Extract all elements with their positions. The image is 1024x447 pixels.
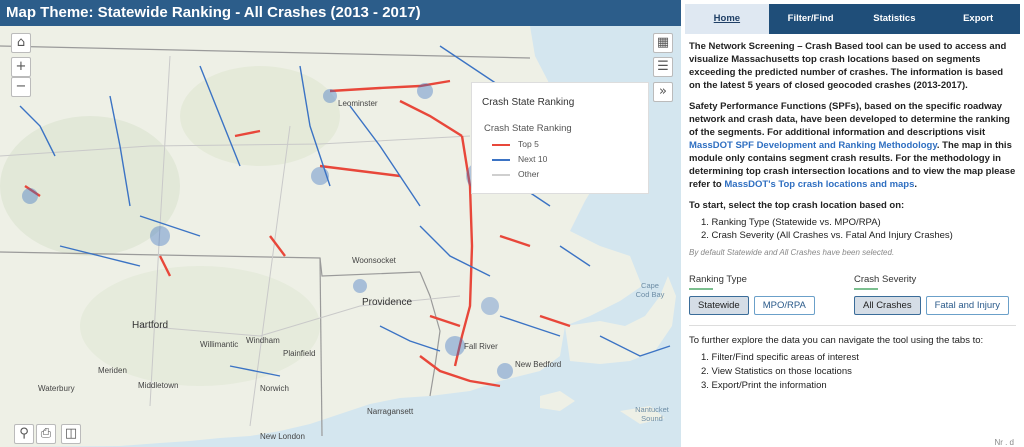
list-item: 1. Filter/Find specific areas of interes… <box>701 352 859 363</box>
basemap-gallery-icon[interactable]: ▦ <box>653 33 673 53</box>
place-fall-river: Fall River <box>464 342 498 351</box>
legend-swatch <box>492 159 510 161</box>
tab-home[interactable]: Home <box>685 4 769 34</box>
crash-severity-group: Crash Severity All Crashes Fatal and Inj… <box>854 273 1010 315</box>
all-crashes-button[interactable]: All Crashes <box>854 296 921 315</box>
tab-export[interactable]: Export <box>936 4 1020 34</box>
intro-paragraph: The Network Screening – Crash Based tool… <box>689 41 1007 91</box>
explore-text: To further explore the data you can navi… <box>689 335 984 346</box>
legend-label: Next 10 <box>518 154 548 164</box>
ranking-type-title: Ranking Type <box>689 274 747 285</box>
legend-subtitle: Crash State Ranking <box>484 123 572 134</box>
map-title: Map Theme: Statewide Ranking - All Crash… <box>0 0 681 26</box>
tab-statistics[interactable]: Statistics <box>853 4 937 34</box>
place-norwich: Norwich <box>260 384 289 393</box>
side-panel: Home Filter/Find Statistics Export The N… <box>681 0 1024 447</box>
place-plainfield: Plainfield <box>283 349 316 358</box>
legend-swatch <box>492 144 510 146</box>
zoom-out-button[interactable]: − <box>11 77 31 97</box>
legend-title: Crash State Ranking <box>482 97 575 108</box>
place-meriden: Meriden <box>98 366 127 375</box>
crash-severity-underline <box>854 288 878 290</box>
map-legend: Crash State Ranking Crash State Ranking … <box>471 82 649 194</box>
ranking-type-group: Ranking Type Statewide MPO/RPA <box>689 273 815 315</box>
place-leominster: Leominster <box>338 99 378 108</box>
legend-label: Top 5 <box>518 139 539 149</box>
ranking-type-underline <box>689 288 713 290</box>
map-panel[interactable]: Map Theme: Statewide Ranking - All Crash… <box>0 0 681 447</box>
spf-methodology-link[interactable]: MassDOT SPF Development and Ranking Meth… <box>689 140 937 151</box>
fatal-injury-button[interactable]: Fatal and Injury <box>925 296 1010 315</box>
zoom-in-button[interactable]: + <box>11 57 31 77</box>
crash-severity-title: Crash Severity <box>854 274 917 285</box>
place-cape-cod-bay: Cape Cod Bay <box>635 281 665 299</box>
search-icon[interactable]: ⚲ <box>14 424 34 444</box>
mpo-rpa-button[interactable]: MPO/RPA <box>753 296 815 315</box>
ranking-type-buttons: Statewide MPO/RPA <box>689 296 815 315</box>
tab-bar: Home Filter/Find Statistics Export <box>685 4 1020 34</box>
bookmark-icon[interactable]: ◫ <box>61 424 81 444</box>
tab-filter-find[interactable]: Filter/Find <box>769 4 853 34</box>
place-providence: Providence <box>362 297 413 308</box>
spf-text: Safety Performance Functions (SPFs), bas… <box>689 101 1010 138</box>
layers-icon[interactable]: ☰ <box>653 57 673 77</box>
print-icon[interactable]: ⎙ <box>36 424 56 444</box>
place-willimantic: Willimantic <box>200 340 239 349</box>
start-heading: To start, select the top crash location … <box>689 200 905 211</box>
list-item: 2. Crash Severity (All Crashes vs. Fatal… <box>701 230 953 241</box>
top-crash-locations-link[interactable]: MassDOT's Top crash locations and maps <box>724 179 914 190</box>
explore-list: 1. Filter/Find specific areas of interes… <box>689 351 1016 393</box>
place-narragansett: Narragansett <box>367 407 414 416</box>
legend-swatch <box>492 174 510 176</box>
place-woonsocket: Woonsocket <box>352 256 396 265</box>
terrain-shade <box>180 66 340 166</box>
place-new-london: New London <box>260 432 305 441</box>
place-windham: Windham <box>246 336 280 345</box>
list-item: 2. View Statistics on those locations <box>701 366 852 377</box>
place-waterbury: Waterbury <box>38 384 75 393</box>
place-hartford: Hartford <box>132 320 169 331</box>
statewide-button[interactable]: Statewide <box>689 296 749 315</box>
panel-footer-text: Nr . d <box>994 438 1014 447</box>
place-new-bedford: New Bedford <box>515 360 562 369</box>
spf-text: . <box>914 179 918 190</box>
divider <box>689 325 1016 326</box>
default-note: By default Statewide and All Crashes hav… <box>689 248 895 257</box>
legend-label: Other <box>518 169 540 179</box>
selection-row: Ranking Type Statewide MPO/RPA Crash Sev… <box>689 273 1016 319</box>
list-item: 1. Ranking Type (Statewide vs. MPO/RPA) <box>701 217 881 228</box>
start-list: 1. Ranking Type (Statewide vs. MPO/RPA) … <box>701 216 1016 242</box>
place-middletown: Middletown <box>138 381 179 390</box>
home-icon[interactable]: ⌂ <box>11 33 31 53</box>
home-content: The Network Screening – Crash Based tool… <box>689 40 1016 393</box>
spf-paragraph: Safety Performance Functions (SPFs), bas… <box>689 100 1016 191</box>
crash-severity-buttons: All Crashes Fatal and Injury <box>854 296 1010 315</box>
expand-legend-button[interactable]: » <box>653 82 673 102</box>
list-item: 3. Export/Print the information <box>701 380 827 391</box>
place-nantucket-sound: Nantucket Sound <box>635 405 669 423</box>
